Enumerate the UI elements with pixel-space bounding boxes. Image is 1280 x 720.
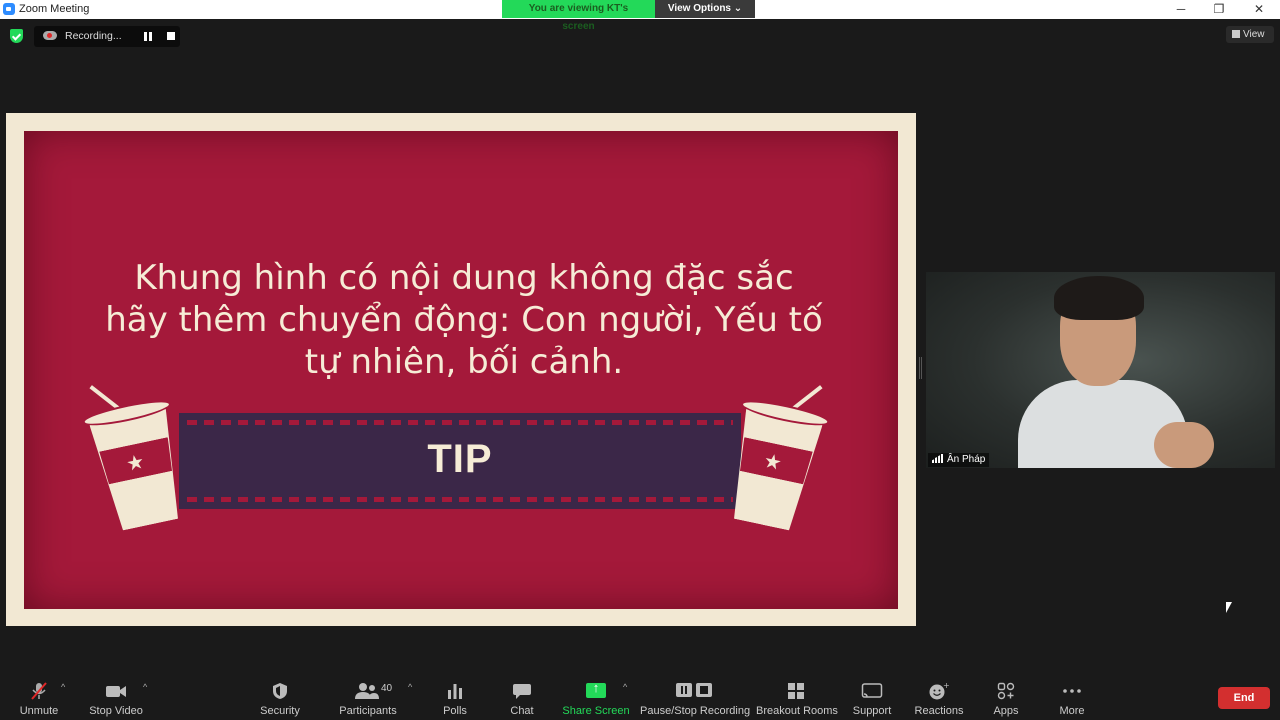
security-button[interactable]: Security xyxy=(255,672,305,720)
slide-heading: Khung hình có nội dung không đặc sắc hãy… xyxy=(104,257,824,383)
recording-indicator: Recording... xyxy=(34,26,180,47)
pause-recording-button[interactable] xyxy=(144,32,152,41)
pause-stop-icon xyxy=(676,683,712,697)
shared-screen: Khung hình có nội dung không đặc sắc hãy… xyxy=(6,113,916,626)
participant-name-tag: Ân Pháp xyxy=(928,453,990,467)
security-label: Security xyxy=(260,705,300,717)
encryption-shield-icon[interactable] xyxy=(10,29,23,43)
tip-label: TIP xyxy=(427,437,493,481)
share-options-chevron-icon[interactable]: ^ xyxy=(623,682,627,692)
grid-icon xyxy=(1232,30,1240,38)
bar-chart-icon xyxy=(448,684,462,699)
cast-icon xyxy=(861,683,883,698)
end-meeting-button[interactable]: End xyxy=(1218,687,1270,709)
polls-label: Polls xyxy=(443,705,467,717)
chat-bubble-icon xyxy=(513,684,531,699)
apps-button[interactable]: Apps xyxy=(986,672,1026,720)
share-screen-label: Share Screen xyxy=(562,705,630,717)
window-title: Zoom Meeting xyxy=(19,3,90,15)
unmute-button[interactable]: Unmute xyxy=(14,672,64,720)
view-layout-button[interactable]: View xyxy=(1226,26,1274,43)
popcorn-cup-left-icon: ★ xyxy=(77,378,196,543)
pause-stop-recording-label: Pause/Stop Recording xyxy=(640,705,751,717)
mic-muted-icon xyxy=(31,682,47,700)
viewing-screen-label: You are viewing KT's screen xyxy=(502,0,655,32)
mouse-cursor-icon xyxy=(1226,602,1232,613)
popcorn-cup-right-icon: ★ xyxy=(715,378,834,543)
share-screen-button[interactable]: Share Screen xyxy=(562,672,630,720)
grid-icon xyxy=(788,683,804,699)
participant-name: Ân Pháp xyxy=(947,454,986,465)
recording-label: Recording... xyxy=(65,30,122,42)
viewing-banner: You are viewing KT's screen View Options… xyxy=(502,0,755,32)
share-arrow-icon xyxy=(586,680,606,698)
more-button[interactable]: More xyxy=(1052,672,1092,720)
breakout-rooms-label: Breakout Rooms xyxy=(756,705,838,717)
pause-stop-recording-button[interactable]: Pause/Stop Recording xyxy=(640,672,751,720)
reactions-label: Reactions xyxy=(914,705,964,717)
minimize-button[interactable]: ─ xyxy=(1162,0,1200,19)
unmute-label: Unmute xyxy=(19,705,59,717)
reactions-button[interactable]: + Reactions xyxy=(912,672,966,720)
participants-label: Participants xyxy=(339,705,397,717)
emoji-plus-icon: + xyxy=(929,682,950,700)
audio-options-chevron-icon[interactable]: ^ xyxy=(61,682,65,692)
chat-button[interactable]: Chat xyxy=(500,672,544,720)
apps-icon xyxy=(997,682,1015,700)
participants-chevron-icon[interactable]: ^ xyxy=(408,682,412,692)
participant-video[interactable]: Ân Pháp xyxy=(926,272,1275,468)
close-button[interactable]: ✕ xyxy=(1240,0,1278,19)
panel-resize-handle[interactable] xyxy=(919,357,922,379)
participants-count: 40 xyxy=(381,683,393,694)
restore-button[interactable]: ❐ xyxy=(1200,0,1238,19)
slide-line-1: Khung hình có nội dung không đặc sắc xyxy=(134,258,794,298)
people-icon xyxy=(355,683,379,699)
polls-button[interactable]: Polls xyxy=(432,672,478,720)
slide-line-3: tự nhiên, bối cảnh. xyxy=(304,342,624,382)
view-options-button[interactable]: View Options ⌄ xyxy=(655,0,755,18)
view-label: View xyxy=(1243,29,1265,40)
more-label: More xyxy=(1059,705,1085,717)
stop-video-label: Stop Video xyxy=(89,705,143,717)
film-strip-banner: TIP xyxy=(179,413,741,509)
stop-recording-button[interactable] xyxy=(167,32,175,40)
stop-video-button[interactable]: Stop Video xyxy=(86,672,146,720)
chat-label: Chat xyxy=(510,705,534,717)
breakout-rooms-button[interactable]: Breakout Rooms xyxy=(756,672,838,720)
participants-button[interactable]: 40 Participants xyxy=(335,672,401,720)
slide-line-2: hãy thêm chuyển động: Con người, Yếu tố xyxy=(105,300,823,340)
slide-background: Khung hình có nội dung không đặc sắc hãy… xyxy=(24,131,898,609)
video-options-chevron-icon[interactable]: ^ xyxy=(143,682,147,692)
ellipsis-icon xyxy=(1063,689,1081,693)
support-button[interactable]: Support xyxy=(848,672,896,720)
svg-text:+: + xyxy=(943,682,950,690)
zoom-app-icon xyxy=(3,3,15,15)
cloud-recording-icon xyxy=(43,31,57,40)
shield-icon xyxy=(273,683,287,699)
video-camera-icon xyxy=(106,686,126,697)
support-label: Support xyxy=(852,705,892,717)
signal-strength-icon xyxy=(932,454,943,463)
meeting-toolbar: Unmute ^ Stop Video ^ Security 40 Partic… xyxy=(0,672,1280,720)
apps-label: Apps xyxy=(993,705,1019,717)
